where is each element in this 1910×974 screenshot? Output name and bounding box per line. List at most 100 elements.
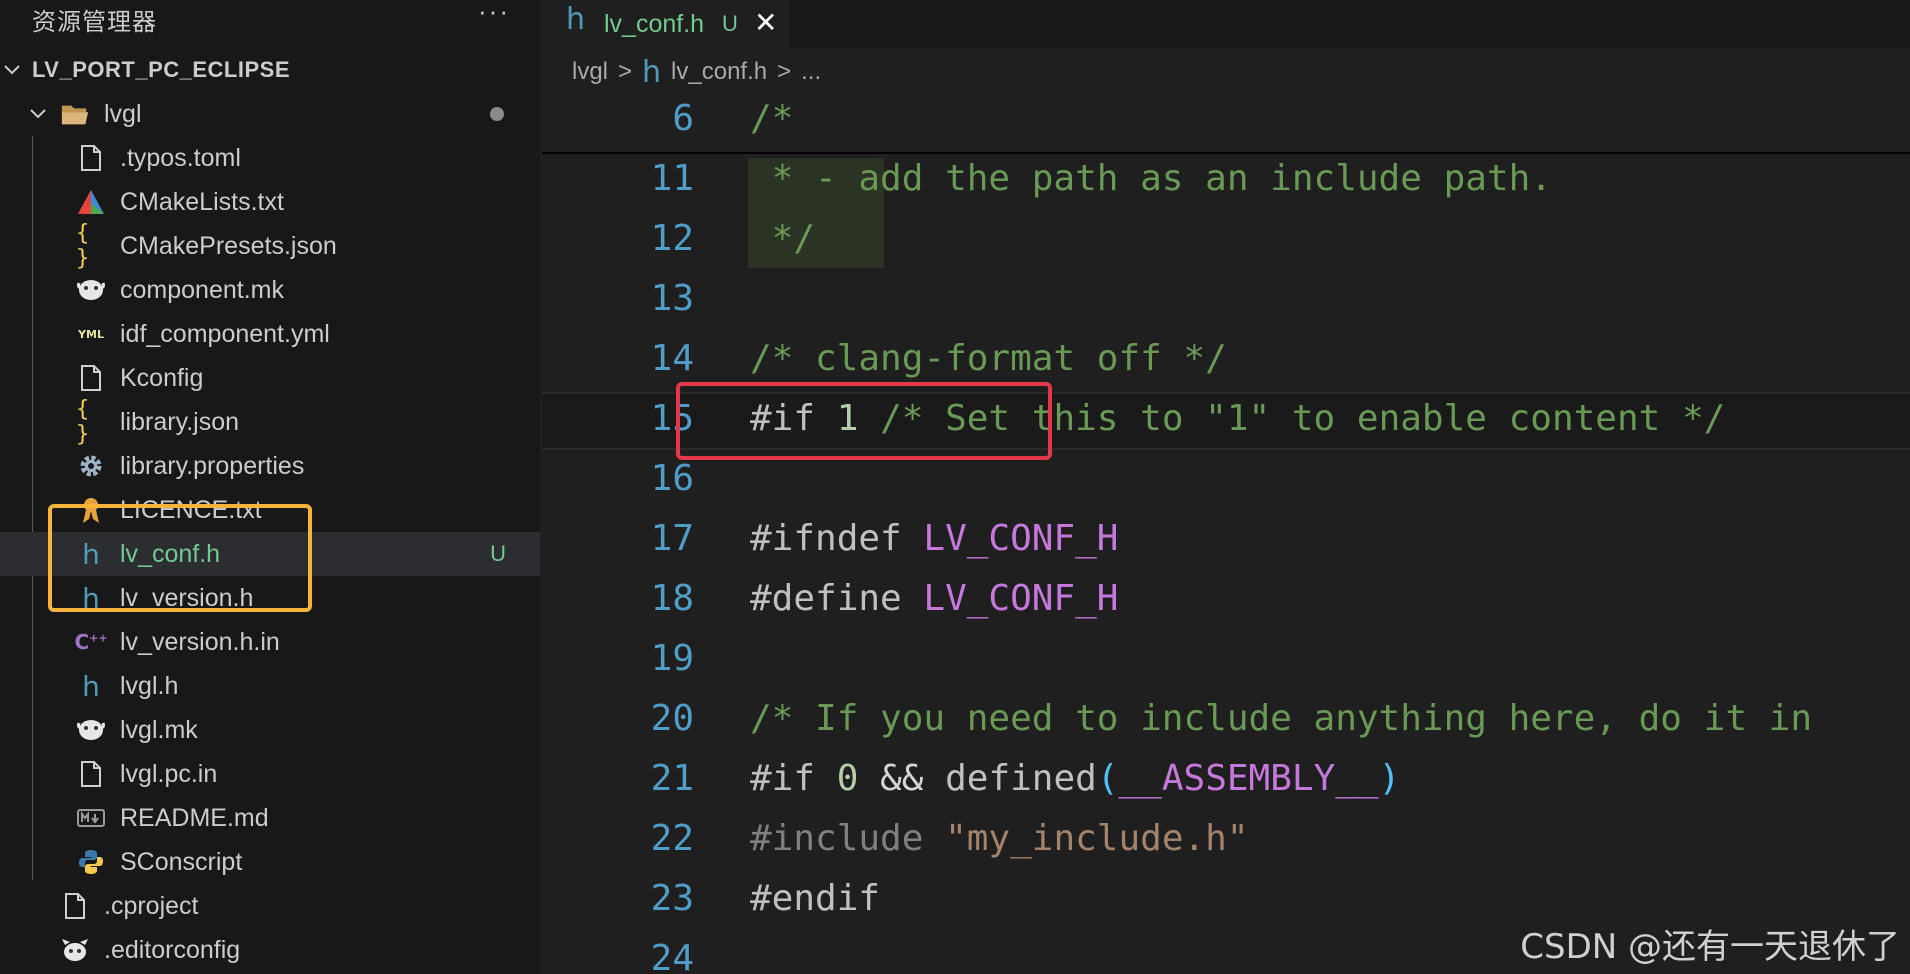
line-number: 23 [650, 878, 694, 919]
file-item[interactable]: .editorconfig [0, 928, 540, 972]
preprocessor-token: #define [750, 578, 924, 619]
file-item[interactable]: SConscript [0, 840, 540, 884]
makefile-icon [76, 273, 106, 307]
operator-token: && [858, 758, 946, 799]
file-label: lvgl.mk [120, 715, 198, 744]
macro-token: LV_CONF_H [923, 518, 1119, 559]
file-item[interactable]: { } library.json [0, 397, 540, 447]
file-label: .typos.toml [120, 143, 241, 172]
code-text: * - add the path as an include path. [750, 158, 1552, 199]
highlight-box-red [676, 382, 1052, 460]
code-text: /* clang-format off */ [750, 338, 1227, 379]
breadcrumb-more[interactable]: ... [801, 58, 821, 86]
line-number: 24 [650, 938, 694, 974]
file-icon [76, 361, 106, 395]
line-number: 16 [650, 458, 694, 499]
file-label: CMakeLists.txt [120, 187, 284, 216]
gear-icon [76, 449, 106, 483]
file-label: Kconfig [120, 363, 204, 392]
header-h-icon: h [82, 669, 100, 703]
explorer-title: 资源管理器 [32, 8, 157, 36]
modified-dot-icon [490, 107, 504, 121]
file-label: lv_version.h.in [120, 627, 280, 656]
breadcrumb-file[interactable]: lv_conf.h [671, 58, 767, 86]
file-label: SConscript [120, 847, 243, 876]
file-icon [76, 141, 106, 175]
code-text: /* [750, 98, 794, 139]
code-line: 22 #include "my_include.h" [542, 812, 1910, 872]
line-number: 18 [650, 578, 694, 619]
code-text: #endif [750, 878, 881, 919]
breadcrumb-folder[interactable]: lvgl [572, 58, 608, 86]
line-number: 20 [650, 698, 694, 739]
watermark: CSDN @还有一天退休了 [1520, 927, 1900, 967]
code-text: #define LV_CONF_H [750, 578, 1118, 619]
code-line: 17 #ifndef LV_CONF_H [542, 512, 1910, 572]
editorconfig-icon [60, 933, 90, 967]
file-item[interactable]: .typos.toml [0, 136, 540, 180]
line-number: 12 [650, 218, 694, 259]
code-line: 12 */ [542, 212, 1910, 272]
tab-bar: h lv_conf.h U ✕ [542, 0, 1910, 48]
close-icon[interactable]: ✕ [754, 6, 777, 39]
tab-label: lv_conf.h [604, 10, 705, 38]
file-item[interactable]: README.md [0, 796, 540, 840]
preprocessor-token: #ifndef [750, 518, 924, 559]
code-text: #ifndef LV_CONF_H [750, 518, 1118, 559]
file-label: library.json [120, 407, 240, 436]
line-number: 13 [650, 278, 694, 319]
header-h-icon: h [566, 2, 586, 37]
file-item[interactable]: lvgl.mk [0, 708, 540, 752]
file-label: library.properties [120, 451, 305, 480]
header-h-icon: h [642, 54, 662, 90]
code-line: 13 [542, 272, 1910, 332]
paren-token: ) [1378, 758, 1401, 799]
file-label: CMakePresets.json [120, 231, 337, 260]
chevron-down-icon[interactable] [2, 60, 22, 80]
project-root-item[interactable]: LV_PORT_PC_ECLIPSE [0, 48, 540, 92]
folder-item-lvgl[interactable]: lvgl [0, 92, 540, 136]
file-item[interactable]: h lvgl.h [0, 664, 540, 708]
macro-token: __ASSEMBLY__ [1118, 758, 1379, 799]
number-token: 0 [836, 758, 859, 799]
line-number: 21 [650, 758, 694, 799]
preprocessor-token: #if [750, 758, 837, 799]
line-number: 6 [672, 98, 694, 139]
file-item[interactable]: .cproject [0, 884, 540, 928]
json-icon: { } [76, 221, 90, 271]
code-line: 18 #define LV_CONF_H [542, 572, 1910, 632]
file-item[interactable]: lvgl.pc.in [0, 752, 540, 796]
file-item[interactable]: { } CMakePresets.json [0, 221, 540, 271]
line-number: 14 [650, 338, 694, 379]
highlight-box-orange [48, 504, 312, 612]
cpp-icon: C++ [74, 630, 108, 654]
file-item[interactable]: Kconfig [0, 356, 540, 400]
file-item[interactable]: CMakeLists.txt [0, 180, 540, 224]
paren-token: ( [1096, 758, 1119, 799]
code-line: 11 * - add the path as an include path. [542, 152, 1910, 212]
more-actions-icon[interactable]: ··· [478, 0, 510, 27]
file-label: README.md [120, 803, 269, 832]
tab-lv-conf-h[interactable]: h lv_conf.h U ✕ [542, 0, 790, 48]
chevron-down-icon[interactable] [28, 104, 48, 124]
json-icon: { } [76, 397, 90, 447]
breadcrumb-separator: > [618, 58, 633, 85]
file-label: idf_component.yml [120, 319, 330, 348]
file-item[interactable]: C++ lv_version.h.in [0, 620, 540, 664]
file-item[interactable]: YML idf_component.yml [0, 312, 540, 356]
file-item[interactable]: component.mk [0, 268, 540, 312]
file-label: .cproject [104, 891, 199, 920]
code-line: 20 /* If you need to include anything he… [542, 692, 1910, 752]
breadcrumb: lvgl > h lv_conf.h > ... [572, 52, 821, 92]
code-line: 21 #if 0 && defined(__ASSEMBLY__) [542, 752, 1910, 812]
file-icon [76, 757, 106, 791]
code-editor[interactable]: 6 /* 11 * - add the path as an include p… [542, 92, 1910, 974]
code-line: 19 [542, 632, 1910, 692]
markdown-icon [76, 801, 106, 835]
yaml-icon: YML [78, 327, 104, 341]
file-label: .editorconfig [104, 935, 241, 964]
file-item[interactable]: library.properties [0, 444, 540, 488]
code-line: 16 [542, 452, 1910, 512]
makefile-icon [76, 713, 106, 747]
breadcrumb-separator: > [777, 58, 792, 85]
